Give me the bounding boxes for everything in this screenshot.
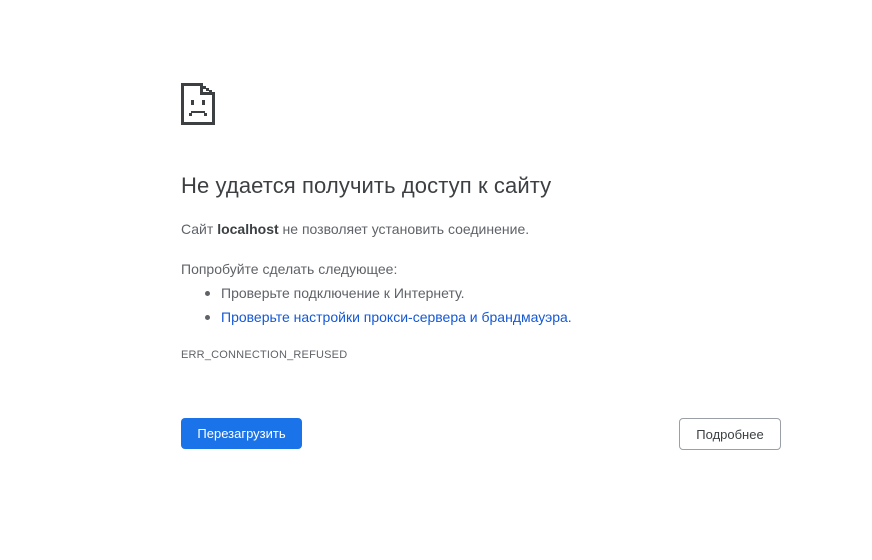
- suggestion-item: Проверьте подключение к Интернету.: [181, 284, 572, 308]
- proxy-firewall-settings-link[interactable]: Проверьте настройки прокси-сервера и бра…: [221, 309, 572, 325]
- error-summary: Сайт localhost не позволяет установить с…: [181, 221, 529, 237]
- page-title: Не удается получить доступ к сайту: [181, 173, 552, 198]
- reload-button[interactable]: Перезагрузить: [181, 418, 302, 449]
- error-code: ERR_CONNECTION_REFUSED: [181, 349, 348, 361]
- suggestion-check-connection: Проверьте подключение к Интернету.: [221, 285, 465, 301]
- details-button[interactable]: Подробнее: [679, 418, 781, 450]
- sad-document-icon: [181, 83, 215, 125]
- summary-prefix: Сайт: [181, 221, 218, 237]
- suggestions-heading: Попробуйте сделать следующее:: [181, 261, 398, 277]
- error-page: Не удается получить доступ к сайту Сайт …: [0, 0, 872, 560]
- suggestion-item: Проверьте настройки прокси-сервера и бра…: [181, 308, 572, 332]
- summary-suffix: не позволяет установить соединение.: [278, 221, 530, 237]
- suggestions-list: Проверьте подключение к Интернету. Прове…: [181, 284, 572, 332]
- host-name: localhost: [217, 221, 279, 237]
